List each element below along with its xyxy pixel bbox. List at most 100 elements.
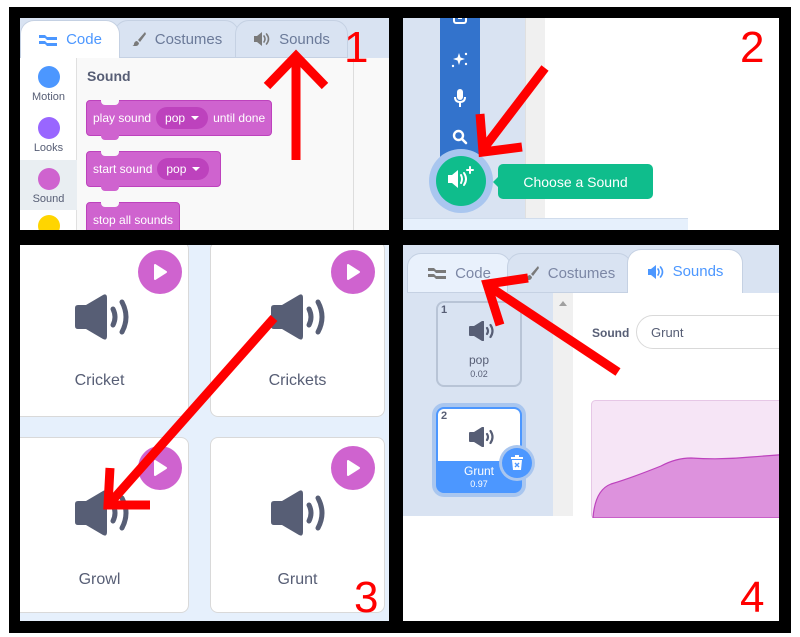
editor-tabs: Code Costumes Sounds: [20, 18, 389, 58]
tab-code-label: Code: [455, 264, 491, 282]
step-number-4: 4: [740, 573, 765, 622]
category-looks[interactable]: Looks: [20, 109, 77, 159]
tab-costumes[interactable]: Costumes: [114, 20, 239, 58]
tab-sounds-label: Sounds: [672, 263, 724, 280]
step-3-panel: Cricket Crickets Growl Grunt: [20, 245, 389, 621]
tab-sounds[interactable]: Sounds: [627, 249, 743, 293]
scroll-up-icon[interactable]: [559, 301, 567, 306]
editor-tabs: Code Costumes Sounds: [403, 245, 779, 293]
delete-sound-button[interactable]: [502, 448, 532, 478]
palette-title: Sound: [87, 68, 131, 84]
category-menu: Motion Looks Sound: [20, 58, 77, 230]
speaker-icon: [73, 490, 133, 536]
block-notch: [101, 202, 119, 207]
category-sound[interactable]: Sound: [20, 160, 77, 210]
step-4-panel: Code Costumes Sounds 1 pop 0.02 2 Grunt …: [403, 245, 779, 621]
play-icon: [154, 460, 167, 476]
block-text: until done: [213, 111, 266, 125]
motion-dot-icon: [37, 66, 60, 88]
step-number-3: 3: [354, 573, 379, 622]
tab-code[interactable]: Code: [20, 20, 120, 58]
sound-dot-icon: [37, 168, 60, 190]
sound-name: Growl: [78, 571, 121, 588]
bottom-strip: [403, 218, 688, 230]
block-bump: [101, 186, 119, 191]
category-label: Motion: [31, 91, 66, 103]
choose-sound-button[interactable]: [436, 156, 486, 206]
speaker-icon: [647, 264, 665, 279]
block-notch: [101, 100, 119, 105]
sound-name: Cricket: [74, 372, 125, 389]
brush-icon: [524, 265, 540, 281]
block-play-sound-until-done[interactable]: play sound pop until done: [86, 100, 273, 140]
sound-name: Crickets: [268, 372, 327, 389]
sound-name-input[interactable]: [636, 315, 779, 349]
block-palette: Sound play sound pop until done start so…: [77, 58, 354, 230]
trash-icon: [511, 455, 523, 470]
tab-costumes[interactable]: Costumes: [507, 253, 632, 293]
block-text: start sound: [93, 162, 153, 176]
code-icon: [38, 33, 58, 47]
events-dot-icon: [37, 215, 60, 230]
category-events[interactable]: [20, 211, 77, 230]
caret-down-icon: [192, 167, 201, 171]
tab-sounds-label: Sounds: [279, 30, 330, 48]
sound-card-growl[interactable]: Growl: [20, 437, 189, 613]
play-icon: [347, 264, 360, 280]
block-stop-all-sounds[interactable]: stop all sounds: [86, 202, 181, 230]
tab-costumes-label: Costumes: [154, 30, 223, 48]
search-icon[interactable]: [440, 129, 480, 145]
dropdown-value: pop: [166, 162, 187, 176]
tab-code[interactable]: Code: [407, 253, 511, 293]
play-button[interactable]: [138, 250, 182, 294]
category-motion[interactable]: Motion: [20, 58, 77, 108]
tab-code-label: Code: [66, 31, 102, 48]
waveform: [591, 400, 779, 518]
brush-icon: [131, 31, 147, 47]
block-notch: [101, 151, 119, 156]
sound-editor: Sound: [573, 293, 779, 518]
step-number-1: 1: [344, 23, 369, 72]
play-icon: [154, 264, 167, 280]
play-button[interactable]: [331, 250, 375, 294]
speaker-icon: [73, 294, 133, 340]
sound-name: pop: [468, 353, 490, 367]
sound-dropdown[interactable]: pop: [157, 158, 210, 180]
sound-dropdown[interactable]: pop: [156, 107, 209, 129]
play-button[interactable]: [138, 446, 182, 490]
tab-costumes-label: Costumes: [547, 264, 616, 282]
speaker-icon: [468, 426, 494, 452]
sound-name-label: Sound: [592, 326, 630, 340]
sound-card-crickets[interactable]: Crickets: [210, 245, 385, 417]
choose-sound-tooltip: Choose a Sound: [493, 164, 653, 199]
upload-icon[interactable]: [440, 18, 480, 26]
record-icon[interactable]: [440, 88, 480, 108]
speaker-icon: [269, 294, 329, 340]
speaker-icon: [253, 32, 271, 46]
add-sound-icon: [446, 165, 476, 197]
surprise-icon[interactable]: [440, 51, 480, 69]
dropdown-value: pop: [165, 111, 186, 125]
code-icon: [427, 266, 447, 280]
category-label: Sound: [32, 193, 65, 205]
block-bump: [101, 135, 119, 140]
sound-list-scrollbar[interactable]: [553, 293, 573, 516]
speaker-icon: [269, 490, 329, 536]
sound-item-pop[interactable]: 1 pop 0.02: [436, 301, 522, 387]
step-2-panel: Choose a Sound: [403, 18, 779, 230]
sound-list: 1 pop 0.02 2 Grunt 0.97: [403, 293, 553, 516]
caret-down-icon: [191, 116, 200, 120]
block-text: stop all sounds: [93, 213, 174, 227]
sound-index: 2: [441, 410, 448, 422]
sound-card-cricket[interactable]: Cricket: [20, 245, 189, 417]
category-label: Looks: [33, 142, 64, 154]
sound-duration: 0.97: [470, 479, 488, 489]
play-button[interactable]: [331, 446, 375, 490]
play-icon: [347, 460, 360, 476]
step-1-panel: Code Costumes Sounds Motion Looks Sound: [20, 18, 389, 230]
tab-sounds[interactable]: Sounds: [235, 20, 348, 58]
block-start-sound[interactable]: start sound pop: [86, 151, 222, 191]
sound-duration: 0.02: [470, 369, 488, 379]
block-text: play sound: [93, 111, 152, 125]
script-area[interactable]: [354, 58, 389, 230]
